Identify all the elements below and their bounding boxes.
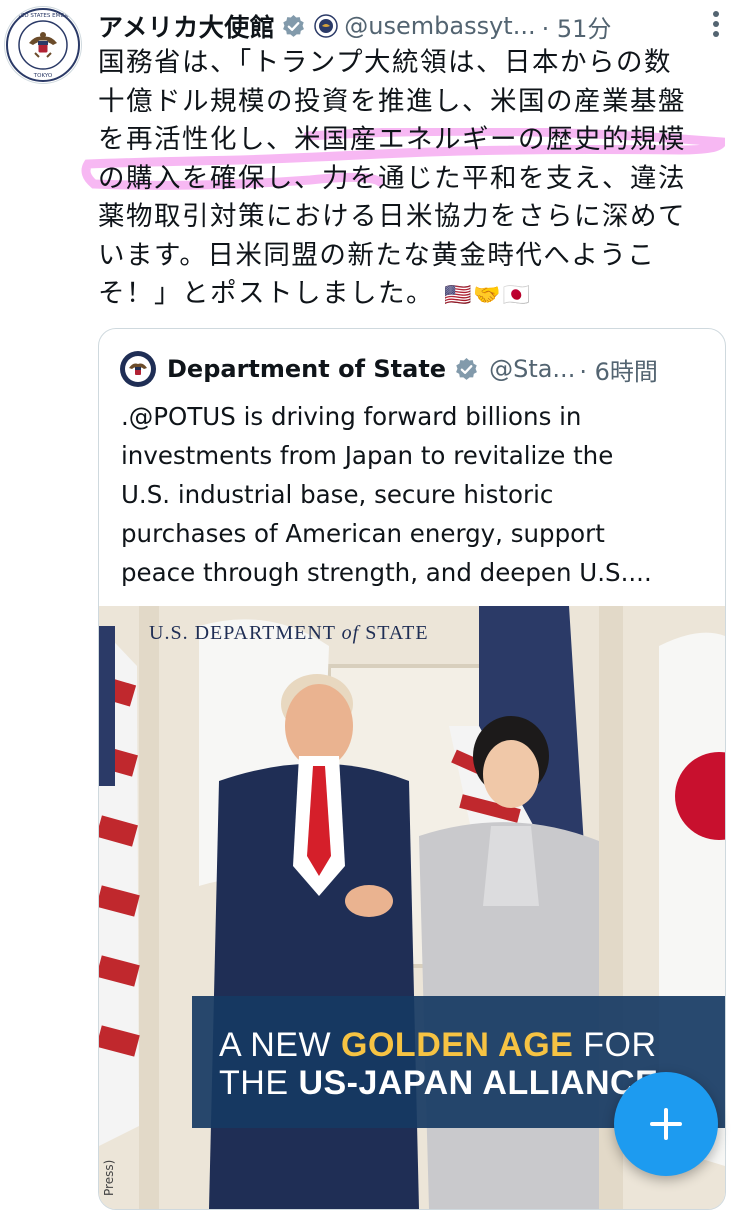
compose-button[interactable] xyxy=(614,1072,718,1176)
government-seal-icon xyxy=(314,14,339,38)
quoted-tweet-text: .@POTUS is driving forward billions in i… xyxy=(121,397,711,592)
svg-text:UNITED STATES EMBASSY: UNITED STATES EMBASSY xyxy=(8,13,79,19)
masthead-of: of xyxy=(342,622,361,644)
svg-text:U.S. DEPARTMENT of: U.S. DEPARTMENT of STATE xyxy=(149,622,429,644)
tweet-header: アメリカ大使館 @usembassyt... · 51分 xyxy=(98,6,725,46)
banner-line1-pre: A NEW xyxy=(219,1026,341,1064)
quoted-author-name[interactable]: Department of State xyxy=(167,355,446,383)
tweet-text-line: そ！」とポストしました。 xyxy=(98,278,434,309)
quoted-tweet-time[interactable]: · 6時間 xyxy=(579,352,658,387)
tweet-text-line-last: そ！」とポストしました。 🇺🇸🤝🇯🇵 xyxy=(98,275,724,316)
verified-badge-icon xyxy=(456,357,477,380)
tweet-text-line: 国務省は、「トランプ大統領は、日本からの数 xyxy=(98,47,672,78)
quoted-text-line: purchases of American energy, support xyxy=(121,519,605,548)
more-options-icon[interactable] xyxy=(713,10,719,38)
quoted-text-line: U.S. industrial base, secure historic xyxy=(121,480,554,509)
tweet-time[interactable]: · 51分 xyxy=(542,9,612,44)
svg-text:TOKYO: TOKYO xyxy=(33,73,53,79)
author-avatar[interactable]: UNITED STATES EMBASSY TOKYO xyxy=(4,6,82,84)
svg-text:A NEW GOLDEN AGE FOR: A NEW GOLDEN AGE FOR xyxy=(219,1026,657,1064)
masthead-prefix: U.S. DEPARTMENT xyxy=(149,622,336,644)
quoted-text-line: peace through strength, and deepen U.S..… xyxy=(121,558,652,587)
embassy-seal-icon: UNITED STATES EMBASSY TOKYO xyxy=(6,8,80,82)
banner-line1-post: FOR xyxy=(573,1026,656,1064)
banner-line2-pre: THE xyxy=(219,1064,298,1102)
verified-badge-icon xyxy=(283,14,305,37)
svg-text:THE US-JAPAN ALLIANCE: THE US-JAPAN ALLIANCE xyxy=(219,1064,658,1102)
quoted-tweet-card[interactable]: Department of State @Sta... · 6時間 .@POTU… xyxy=(98,328,726,1210)
flag-emojis: 🇺🇸🤝🇯🇵 xyxy=(443,283,533,308)
tweet-text-line: います。日米同盟の新たな黄金時代へようこ xyxy=(98,239,656,271)
author-name[interactable]: アメリカ大使館 xyxy=(98,8,275,44)
quoted-text-line: .@POTUS is driving forward billions in xyxy=(121,402,582,431)
tweet-text-line: を再活性化し、米国産エネルギーの歴史的規模 xyxy=(98,124,686,155)
author-handle[interactable]: @usembassyt... xyxy=(344,12,535,40)
quoted-text-line: investments from Japan to revitalize the xyxy=(121,441,614,470)
tweet-text-line: 十億ドル規模の投資を推進し、米国の産業基盤 xyxy=(98,85,686,117)
tweet-text-line: の購入を確保し、力を通じた平和を支え、違法 xyxy=(98,162,686,194)
photo-credit: Press) xyxy=(102,1160,116,1196)
plus-icon xyxy=(650,1108,682,1140)
banner-alliance: US-JAPAN ALLIANCE xyxy=(298,1064,658,1102)
tweet-text-line: 薬物取引対策における日米協力をさらに深めて xyxy=(98,201,686,232)
quoted-author-handle[interactable]: @Sta... xyxy=(489,355,575,383)
masthead-suffix: STATE xyxy=(365,622,428,644)
quoted-tweet-header: Department of State @Sta... · 6時間 xyxy=(119,349,719,389)
banner-golden-age: GOLDEN AGE xyxy=(341,1026,573,1064)
tweet-text: 国務省は、「トランプ大統領は、日本からの数 十億ドル規模の投資を推進し、米国の産… xyxy=(98,44,724,316)
state-department-seal-icon[interactable] xyxy=(119,350,157,388)
